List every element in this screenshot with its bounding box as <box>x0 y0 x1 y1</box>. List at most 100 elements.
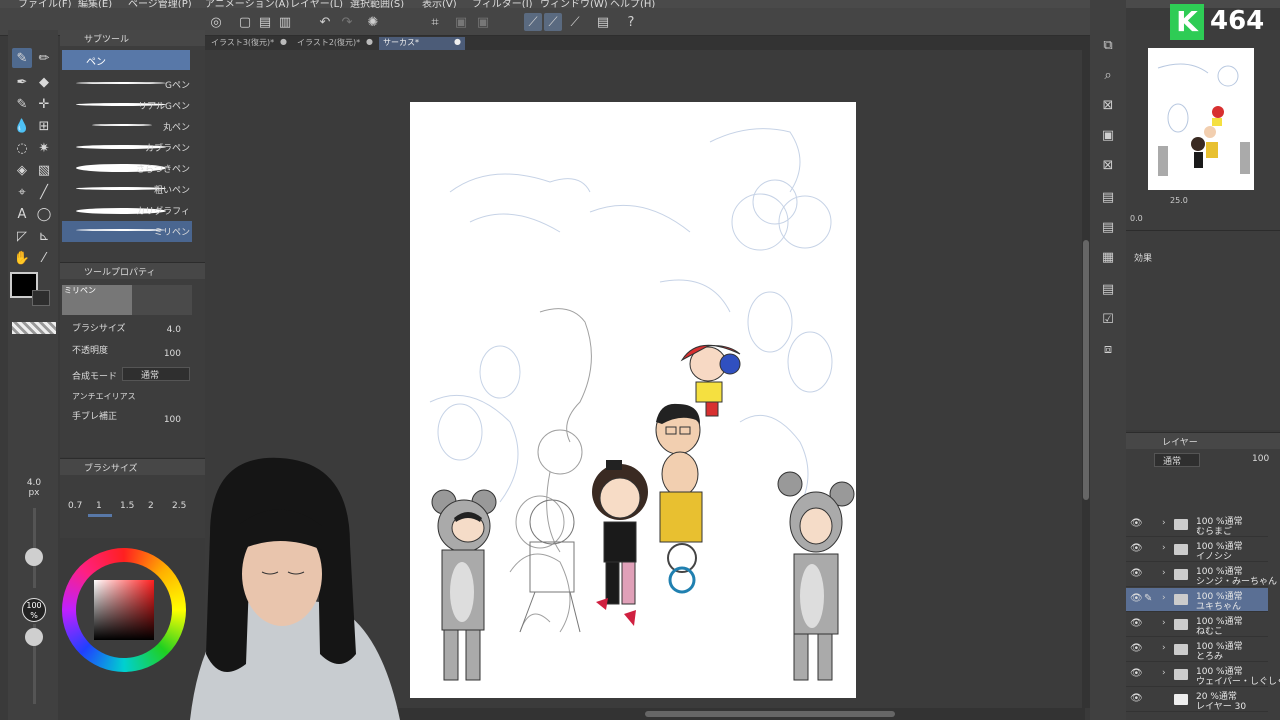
blend-mode-select[interactable]: 通常 <box>122 367 190 381</box>
navigator-thumbnail[interactable] <box>1148 48 1254 190</box>
lasso-tool-icon[interactable]: ◌ <box>12 138 32 158</box>
subtool-group-pen[interactable]: ペン <box>62 50 190 70</box>
brush-arai-pen[interactable]: 粗いペン <box>62 179 192 200</box>
visibility-eye-icon[interactable]: 👁 <box>1130 568 1143 579</box>
visibility-eye-icon[interactable]: 👁 <box>1130 593 1143 604</box>
expand-arrow-icon[interactable]: › <box>1162 643 1166 653</box>
frame-tool-icon[interactable]: ◸ <box>12 226 32 246</box>
visibility-eye-icon[interactable]: 👁 <box>1130 693 1143 704</box>
tab-circus[interactable]: サーカス* ● <box>379 37 465 50</box>
clear-icon[interactable]: ▣ <box>474 13 492 31</box>
hscroll-thumb[interactable] <box>645 711 895 717</box>
navigator-panel-icon[interactable]: ⧉ <box>1099 36 1117 54</box>
brush-gpen[interactable]: Gペン <box>62 74 192 95</box>
pencil-tool-icon[interactable]: ✏ <box>34 48 54 68</box>
opacity-value[interactable]: 100 <box>164 349 181 359</box>
decoration-tool-icon[interactable]: ✎ <box>12 94 32 114</box>
tab-illust3[interactable]: イラスト3(復元)* ● <box>207 37 291 50</box>
menu-help[interactable]: ヘルプ(H) <box>610 0 655 8</box>
layer-search-icon[interactable]: ▤ <box>1099 218 1117 236</box>
menu-page[interactable]: ページ管理(P) <box>128 0 192 8</box>
layer-property-icon[interactable]: ▣ <box>1099 126 1117 144</box>
menu-window[interactable]: ウィンドウ(W) <box>540 0 608 8</box>
layer-row[interactable]: 👁 ✎ › 100 %通常 ユキちゃん <box>1126 588 1268 612</box>
eraser-tool-icon[interactable]: ◆ <box>34 72 54 92</box>
visibility-eye-icon[interactable]: 👁 <box>1130 668 1143 679</box>
undo-icon[interactable]: ↶ <box>316 13 334 31</box>
vscroll-thumb[interactable] <box>1083 240 1089 500</box>
visibility-eye-icon[interactable]: 👁 <box>1130 518 1143 529</box>
redo-icon[interactable]: ↷ <box>338 13 356 31</box>
loading-icon[interactable]: ✺ <box>364 13 382 31</box>
eyedropper-tool-icon[interactable]: ⁄ <box>34 248 54 268</box>
canvas-paper[interactable] <box>410 102 856 698</box>
pen-tool-icon[interactable]: ✎ <box>12 48 32 68</box>
sub-color-swatch[interactable] <box>32 290 50 306</box>
expand-arrow-icon[interactable]: › <box>1162 668 1166 678</box>
layer-row[interactable]: 👁 › 100 %通常 ねむこ <box>1126 613 1268 637</box>
navigator-zoom[interactable]: 25.0 <box>1170 196 1188 205</box>
blend-tool-icon[interactable]: 💧 <box>12 116 32 136</box>
visibility-eye-icon[interactable]: 👁 <box>1130 643 1143 654</box>
move-tool-icon[interactable]: ✛ <box>34 94 54 114</box>
layer-opacity-value[interactable]: 100 <box>1252 454 1269 464</box>
material-panel-icon[interactable]: ⊠ <box>1099 96 1117 114</box>
brush-real-gpen[interactable]: リアルGペン <box>62 95 192 116</box>
brush-size-preset[interactable]: 0.7 <box>68 501 82 511</box>
history-icon[interactable]: ▤ <box>1099 188 1117 206</box>
menu-file[interactable]: ファイル(F) <box>18 0 72 8</box>
clip-studio-icon[interactable]: ◎ <box>207 13 225 31</box>
menu-view[interactable]: 表示(V) <box>422 0 457 8</box>
brush-tool-icon[interactable]: ✒ <box>12 72 32 92</box>
fill-tool-icon[interactable]: ◈ <box>12 160 32 180</box>
brush-milli-pen[interactable]: ミリペン <box>62 221 192 242</box>
close-panel-icon[interactable]: ⊠ <box>1099 156 1117 174</box>
expand-arrow-icon[interactable]: › <box>1162 543 1166 553</box>
vertical-scrollbar[interactable] <box>1082 50 1090 708</box>
magic-wand-icon[interactable]: ✷ <box>34 138 54 158</box>
expand-arrow-icon[interactable]: › <box>1162 593 1166 603</box>
layer-row[interactable]: 👁 20 %通常 レイヤー 30 <box>1126 688 1268 712</box>
export-panel-icon[interactable]: ⧈ <box>1099 340 1117 358</box>
ruler-tool-icon[interactable]: ⊾ <box>34 226 54 246</box>
brush-kabura-pen[interactable]: カブラペン <box>62 137 192 158</box>
layer-row[interactable]: 👁 › 100 %通常 むらまご <box>1126 513 1268 537</box>
brush-saratsuki-pen[interactable]: さらつきペン <box>62 158 192 179</box>
menu-selection[interactable]: 選択範囲(S) <box>350 0 404 8</box>
line-tool-icon[interactable]: ╱ <box>34 182 54 202</box>
item-bank-icon[interactable]: ▤ <box>1099 280 1117 298</box>
edit-panel-icon[interactable]: ☑ <box>1099 310 1117 328</box>
snap-special-icon[interactable]: ⟋ <box>544 13 562 31</box>
text-tool-icon[interactable]: A <box>12 204 32 224</box>
brush-size-preset[interactable]: 1 <box>96 501 102 511</box>
hand-tool-icon[interactable]: ✋ <box>12 248 32 268</box>
settings-icon[interactable]: ▤ <box>594 13 612 31</box>
navigator-rotation[interactable]: 0.0 <box>1130 214 1143 223</box>
gradient-tool-icon[interactable]: ▧ <box>34 160 54 180</box>
menu-animation[interactable]: アニメーション(A) <box>205 0 289 8</box>
visibility-eye-icon[interactable]: 👁 <box>1130 543 1143 554</box>
brush-maru-pen[interactable]: 丸ペン <box>62 116 192 137</box>
snap-grid-icon[interactable]: ⟋ <box>566 13 584 31</box>
object-tool-icon[interactable]: ⌖ <box>12 182 32 202</box>
balloon-tool-icon[interactable]: ◯ <box>34 204 54 224</box>
layer-blend-select[interactable]: 通常 <box>1154 453 1200 467</box>
layer-row[interactable]: 👁 › 100 %通常 イノシシ <box>1126 538 1268 562</box>
brush-size-value[interactable]: 4.0 <box>167 325 181 335</box>
new-file-icon[interactable]: ▢ <box>236 13 254 31</box>
brush-size-preset[interactable]: 2 <box>148 501 154 511</box>
layer-row[interactable]: 👁 › 100 %通常 ウェイパー・しぐしぐ <box>1126 663 1280 687</box>
stabilize-value[interactable]: 100 <box>164 415 181 425</box>
saturation-value-square[interactable] <box>94 580 154 640</box>
brush-calligraphy[interactable]: カリグラフィ <box>62 200 192 221</box>
visibility-eye-icon[interactable]: 👁 <box>1130 618 1143 629</box>
transparent-color-swatch[interactable] <box>12 322 56 334</box>
layer-row[interactable]: 👁 › 100 %通常 シンジ・みーちゃん <box>1126 563 1277 587</box>
brush-size-preset[interactable]: 1.5 <box>120 501 134 511</box>
save-icon[interactable]: ▥ <box>276 13 294 31</box>
crop-icon[interactable]: ⌗ <box>426 13 444 31</box>
animation-icon[interactable]: ▦ <box>1099 248 1117 266</box>
menu-edit[interactable]: 編集(E) <box>78 0 112 8</box>
expand-arrow-icon[interactable]: › <box>1162 568 1166 578</box>
grid-tool-icon[interactable]: ⊞ <box>34 116 54 136</box>
